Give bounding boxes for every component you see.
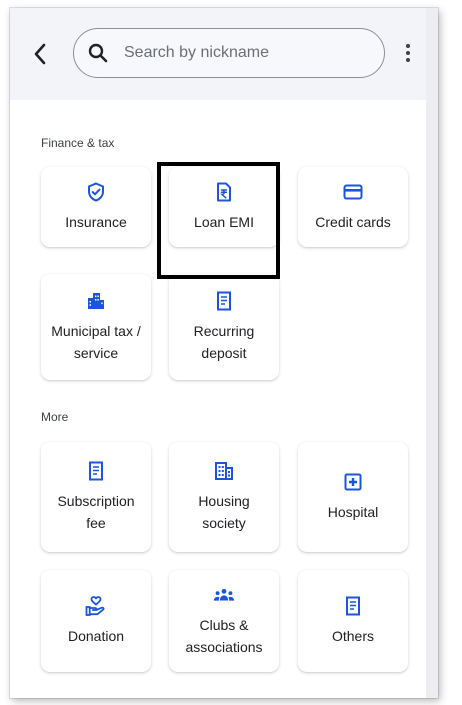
tile-subscription-fee[interactable]: Subscription fee bbox=[41, 442, 151, 552]
tile-label: Recurring deposit bbox=[193, 323, 255, 361]
tile-donation[interactable]: Donation bbox=[41, 570, 151, 672]
search-input[interactable] bbox=[124, 44, 354, 62]
section-title-more: More bbox=[41, 410, 69, 424]
heart-hand-icon bbox=[85, 595, 107, 617]
more-options-button[interactable] bbox=[396, 38, 420, 68]
tile-label: Hospital bbox=[327, 504, 379, 520]
tile-label: Clubs & associations bbox=[185, 617, 263, 655]
section-title-finance: Finance & tax bbox=[41, 136, 115, 150]
tile-insurance[interactable]: Insurance bbox=[41, 167, 151, 247]
tile-housing-society[interactable]: Housing society bbox=[169, 442, 279, 552]
receipt-icon bbox=[342, 595, 364, 617]
search-icon bbox=[88, 42, 110, 64]
search-bar[interactable] bbox=[73, 28, 385, 78]
tile-hospital[interactable]: Hospital bbox=[298, 442, 408, 552]
rupee-document-icon bbox=[213, 181, 235, 203]
tile-others[interactable]: Others bbox=[298, 570, 408, 672]
app-frame: Finance & tax Insurance Loan EMI Credit … bbox=[10, 8, 438, 698]
scrollbar-track[interactable] bbox=[426, 8, 438, 698]
tile-label: Housing society bbox=[198, 493, 250, 531]
top-app-bar bbox=[10, 8, 426, 100]
credit-card-icon bbox=[342, 181, 364, 203]
hospital-plus-icon bbox=[342, 471, 364, 493]
tile-label: Others bbox=[331, 628, 374, 644]
tile-recurring-deposit[interactable]: Recurring deposit bbox=[169, 274, 279, 380]
back-button[interactable] bbox=[26, 38, 54, 70]
tile-municipal-tax[interactable]: Municipal tax / service bbox=[41, 274, 151, 380]
groups-icon bbox=[213, 584, 235, 606]
tile-label: Credit cards bbox=[315, 214, 391, 230]
tile-label: Subscription fee bbox=[57, 493, 135, 531]
tile-label: Donation bbox=[67, 628, 125, 644]
apartment-icon bbox=[213, 460, 235, 482]
arrow-back-icon bbox=[34, 43, 46, 65]
receipt-icon bbox=[213, 290, 235, 312]
shield-check-icon bbox=[85, 181, 107, 203]
receipt-icon bbox=[85, 460, 107, 482]
tile-label: Municipal tax / service bbox=[51, 323, 141, 361]
tile-clubs-associations[interactable]: Clubs & associations bbox=[169, 570, 279, 672]
building-icon bbox=[85, 290, 107, 312]
tile-loan-emi[interactable]: Loan EMI bbox=[169, 167, 279, 247]
more-vert-icon bbox=[406, 44, 410, 48]
tile-label: Loan EMI bbox=[194, 214, 254, 230]
tile-credit-cards[interactable]: Credit cards bbox=[298, 167, 408, 247]
tile-label: Insurance bbox=[65, 214, 127, 230]
